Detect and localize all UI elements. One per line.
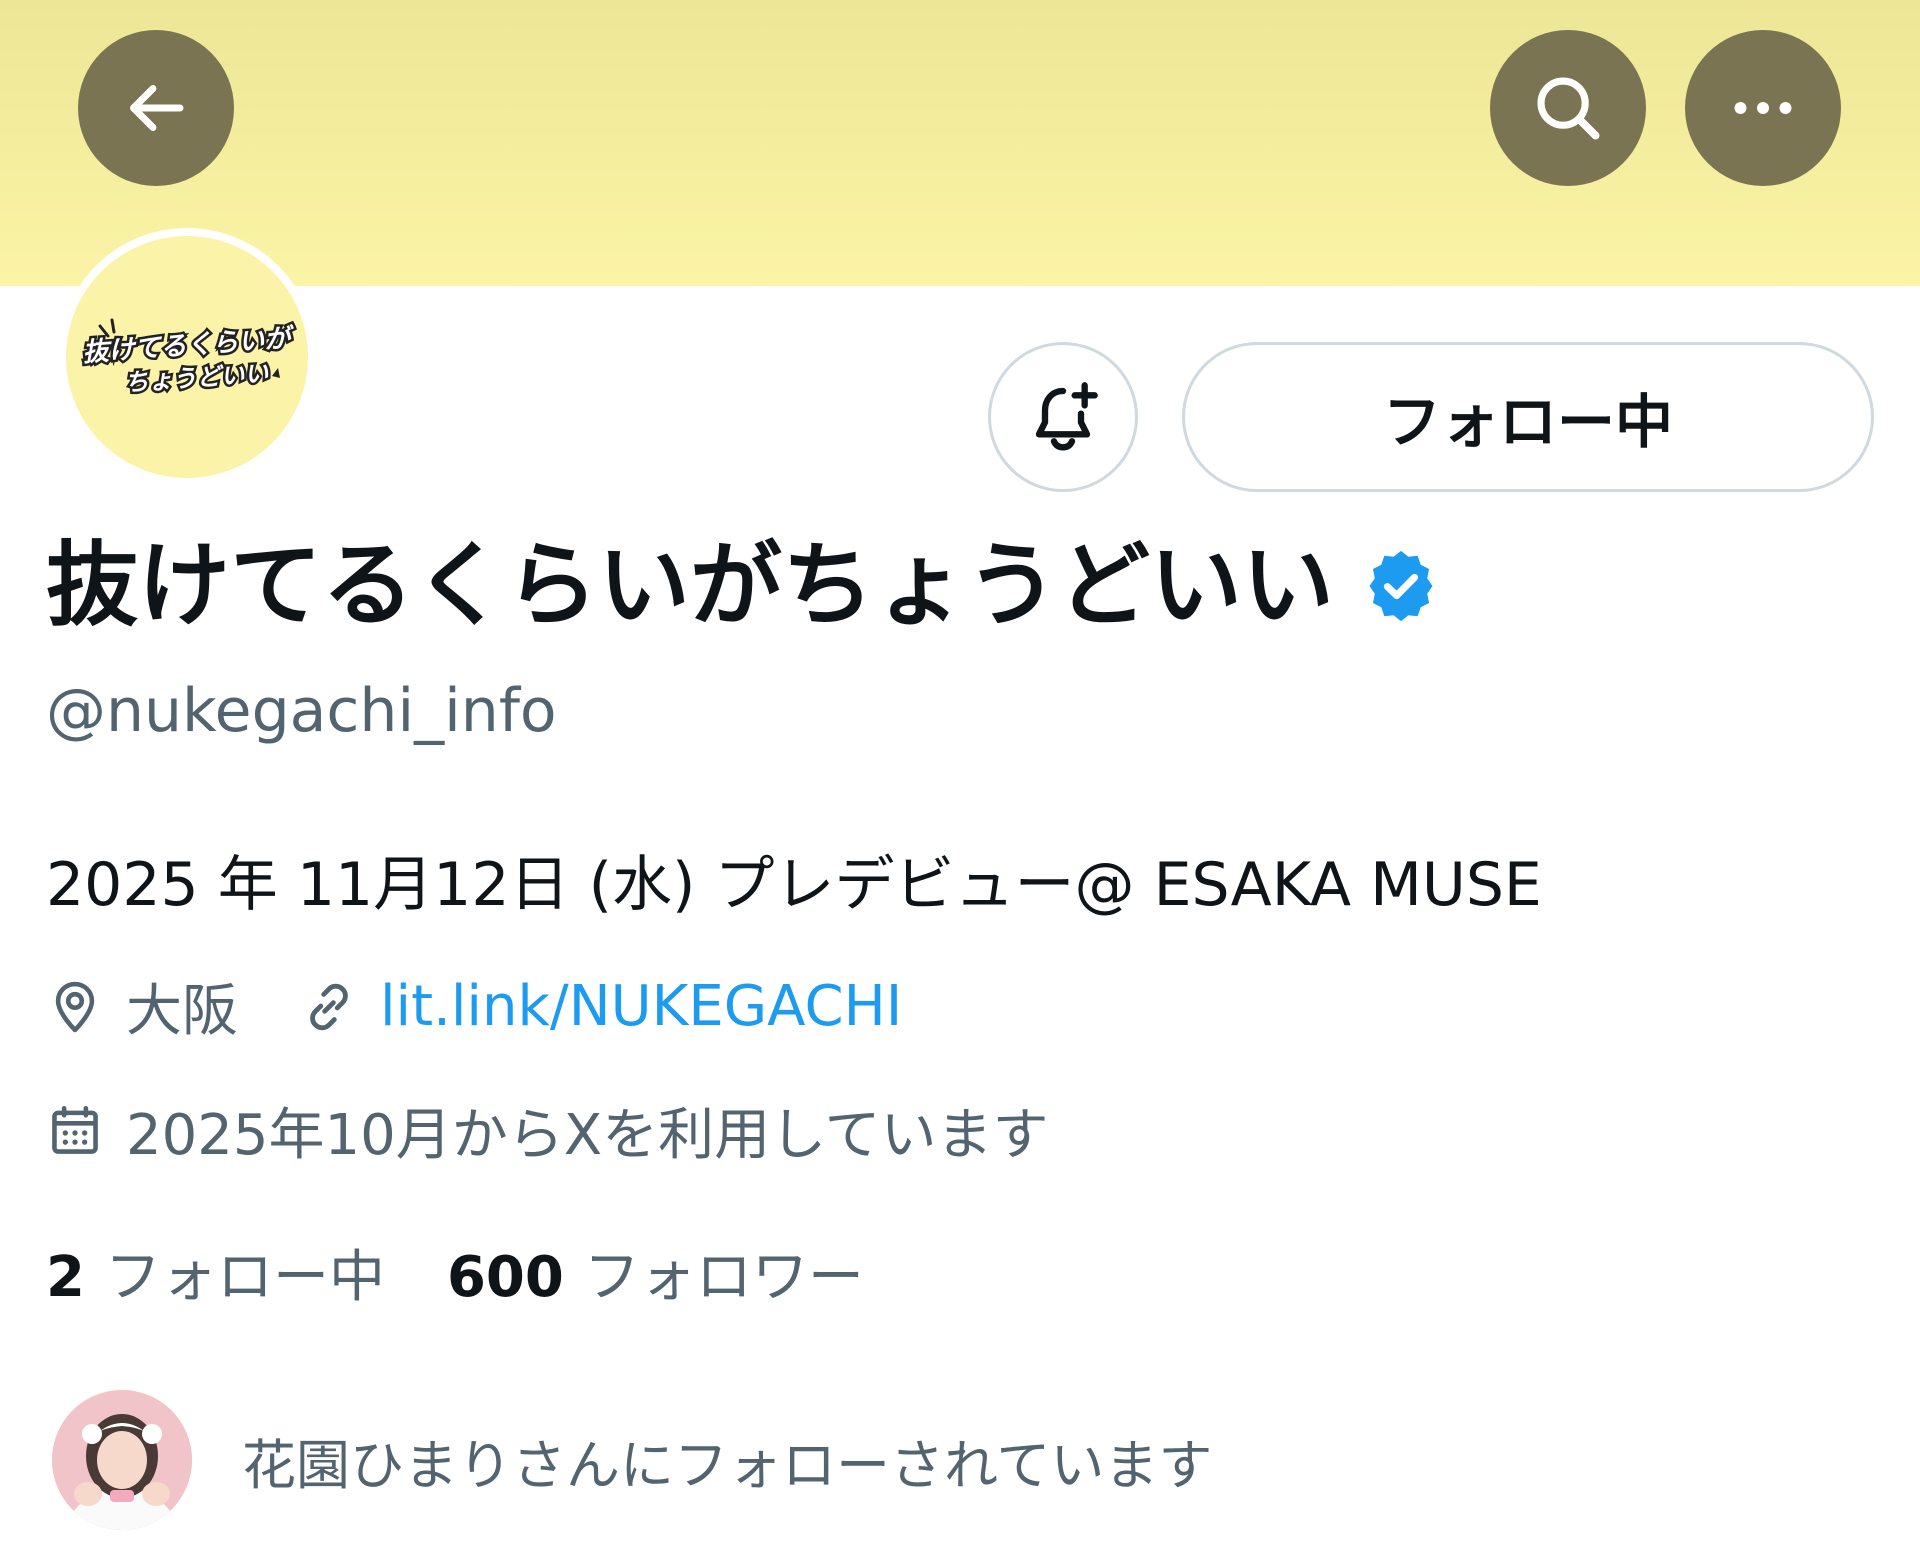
back-button[interactable] <box>78 30 234 186</box>
profile-avatar[interactable]: 抜けてるくらいが ちょうどいい <box>66 236 308 478</box>
verified-badge-icon[interactable] <box>1364 549 1438 623</box>
profile-meta-row: 大阪 lit.link/NUKEGACHI <box>46 966 902 1047</box>
location-pin-icon <box>55 981 95 1032</box>
user-handle: @nukegachi_info <box>46 676 557 746</box>
profile-website-link[interactable]: lit.link/NUKEGACHI <box>380 974 902 1039</box>
notifications-button[interactable] <box>988 342 1138 492</box>
more-options-button[interactable] <box>1685 30 1841 186</box>
group-logo: 抜けてるくらいが ちょうどいい <box>79 318 299 400</box>
followers-label: フォロワー <box>583 1245 864 1310</box>
display-name: 抜けてるくらいがちょうどいい <box>46 532 1335 639</box>
arrow-left-icon <box>130 85 184 131</box>
follower-avatar[interactable] <box>52 1390 192 1530</box>
svg-text:ちょうどいい: ちょうどいい <box>124 359 271 397</box>
calendar-icon <box>52 1105 98 1154</box>
followers-count: 600 <box>446 1245 564 1310</box>
profile-location: 大阪 <box>126 979 238 1044</box>
followers-stat[interactable]: 600 フォロワー <box>447 1232 864 1313</box>
follow-stats: 2 フォロー中 600 フォロワー <box>46 1232 864 1313</box>
search-icon <box>1537 77 1600 140</box>
following-label: フォロー中 <box>104 1245 385 1310</box>
profile-avatar-frame[interactable]: 抜けてるくらいが ちょうどいい <box>58 228 316 486</box>
display-name-row: 抜けてるくらいがちょうどいい <box>46 540 1438 632</box>
profile-bio: 2025 年 11月12日 (水) プレデビュー@ ESAKA MUSE <box>46 850 1542 920</box>
joined-date-row: 2025年10月からXを利用しています <box>46 1090 1048 1171</box>
search-button[interactable] <box>1490 30 1646 186</box>
following-stat[interactable]: 2 フォロー中 <box>46 1232 385 1313</box>
followed-by-row[interactable]: 花園ひまりさんにフォローされています <box>52 1390 1212 1530</box>
following-button[interactable]: フォロー中 <box>1182 342 1874 492</box>
followed-by-text: 花園ひまりさんにフォローされています <box>242 1433 1213 1497</box>
more-horizontal-icon <box>1734 102 1792 114</box>
bell-plus-icon <box>1035 382 1098 451</box>
joined-date-text: 2025年10月からXを利用しています <box>126 1103 1049 1168</box>
link-icon <box>310 983 348 1030</box>
following-count: 2 <box>46 1245 85 1310</box>
